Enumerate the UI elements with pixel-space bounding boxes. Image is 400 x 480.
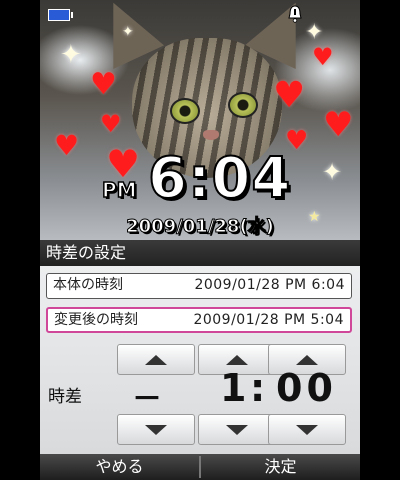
difference-hours[interactable]: 1 [220,366,246,410]
arrow-down-icon [226,424,248,435]
changed-time-label: 変更後の時刻 [54,312,138,328]
phone-screen: ♥ ♥ ♥ ♥ ♥ ♥ ♥ ♥ ✦ ✦ ✦ ✦ ★ PM 6:04 2009/0… [40,0,360,480]
heart-icon: ♥ [323,105,354,145]
heart-icon: ♥ [312,43,334,71]
clock-date: 2009/01/28(水) [126,216,275,238]
arrow-up-icon [296,354,318,365]
difference-minutes[interactable]: 00 [276,366,337,410]
minute-down-button[interactable] [268,414,346,445]
sparkle-icon: ✦ [305,20,324,45]
wallpaper-photo: ♥ ♥ ♥ ♥ ♥ ♥ ♥ ♥ ✦ ✦ ✦ ✦ ★ PM 6:04 2009/0… [40,0,360,240]
time-difference-label: 時差 [48,387,82,407]
difference-sign[interactable]: － [132,374,162,418]
time-difference-panel: 本体の時刻 2009/01/28 PM 6:04 変更後の時刻 2009/01/… [40,266,360,454]
cat-eye-right [228,92,258,118]
clock-ampm: PM [101,177,137,203]
changed-time-row: 変更後の時刻 2009/01/28 PM 5:04 [46,307,352,333]
clock-display: PM 6:04 [40,145,360,212]
arrow-up-icon [145,354,167,365]
arrow-down-icon [145,424,167,435]
softkey-bar: やめる 決定 [40,454,360,480]
arrow-down-icon [296,424,318,435]
cancel-button[interactable]: やめる [40,454,199,480]
battery-icon [48,9,73,21]
cat-eye-left [170,98,200,124]
confirm-button[interactable]: 決定 [201,454,360,480]
hour-down-button[interactable] [198,414,276,445]
heart-icon: ♥ [273,75,306,116]
arrow-up-icon [226,354,248,365]
sign-up-button[interactable] [117,344,195,375]
device-time-value: 2009/01/28 PM 6:04 [194,277,345,293]
panel-title: 時差の設定 [40,240,360,266]
alert-bell-icon [288,5,302,23]
device-time-label: 本体の時刻 [53,277,123,293]
heart-icon: ♥ [90,67,117,102]
sign-down-button[interactable] [117,414,195,445]
time-colon: : [250,366,266,410]
sparkle-icon: ✦ [60,40,82,70]
changed-time-value: 2009/01/28 PM 5:04 [193,312,344,328]
heart-icon: ♥ [100,110,122,138]
clock-time: 6:04 [147,145,292,212]
cat-nose [203,130,219,140]
sparkle-icon: ✦ [122,24,134,40]
device-time-row: 本体の時刻 2009/01/28 PM 6:04 [46,273,352,299]
